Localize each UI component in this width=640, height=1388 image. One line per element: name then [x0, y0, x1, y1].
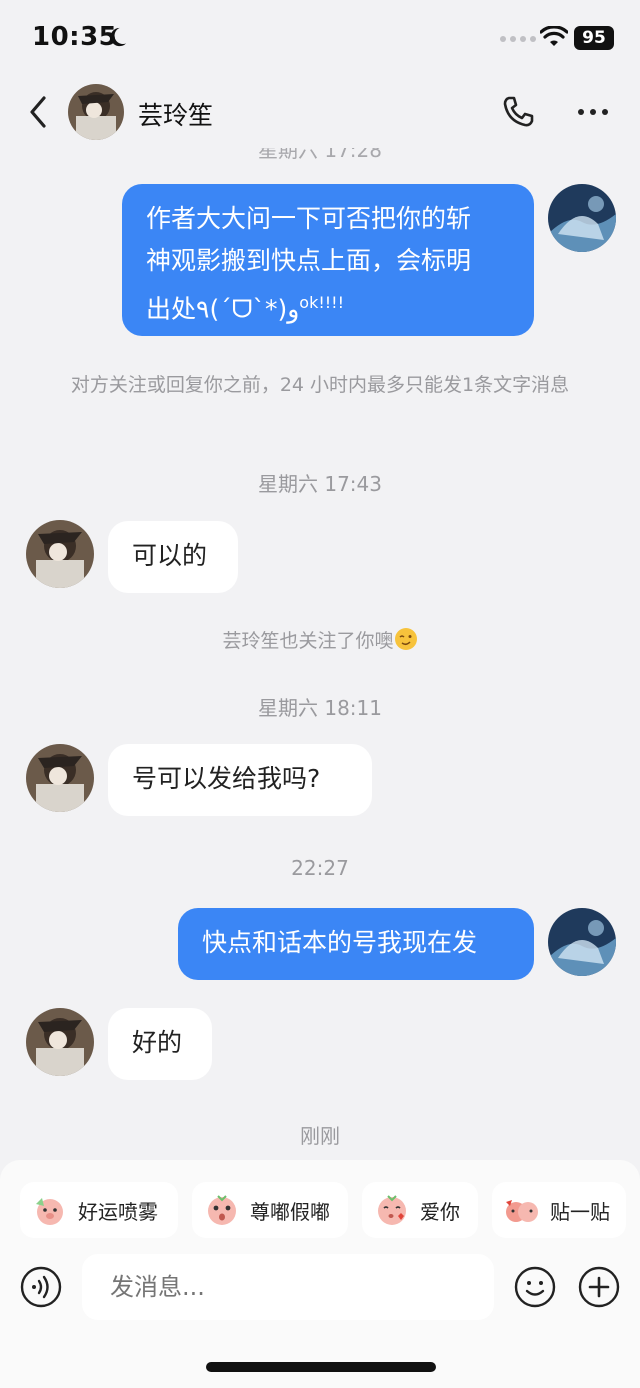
message-bubble-outgoing[interactable]: 快点和话本的号我现在发 — [178, 908, 534, 980]
message-bubble-outgoing[interactable]: 作者大大问一下可否把你的斩 神观影搬到快点上面，会标明 出处٩(ˊᗜˋ*)وok… — [122, 184, 534, 336]
status-time: 10:35 — [32, 22, 118, 52]
quick-reply-cuddle[interactable]: 贴一贴 — [492, 1182, 626, 1238]
quick-reply-label: 好运喷雾 — [78, 1199, 158, 1224]
quick-reply-really[interactable]: 尊嘟假嘟 — [192, 1182, 348, 1238]
message-line: 作者大大问一下可否把你的斩 — [146, 204, 472, 233]
contact-avatar[interactable] — [26, 520, 94, 588]
quick-reply-lucky-spray[interactable]: 好运喷雾 — [20, 1182, 178, 1238]
message-text: 出处٩(ˊᗜˋ*)و — [146, 294, 300, 324]
contact-avatar[interactable] — [26, 1008, 94, 1076]
message-line: 神观影搬到快点上面，会标明 — [146, 246, 472, 275]
my-avatar[interactable] — [548, 908, 616, 976]
pig-love-icon — [378, 1195, 406, 1225]
more-icon[interactable] — [576, 102, 610, 122]
plus-icon[interactable] — [578, 1266, 620, 1308]
contact-name: 芸玲笙 — [138, 101, 214, 130]
chat-messages[interactable]: 星期六 17:28 作者大大问一下可否把你的斩 神观影搬到快点上面，会标明 出处… — [0, 148, 640, 1160]
pig-surprised-icon — [208, 1195, 236, 1225]
message-line: 出处٩(ˊᗜˋ*)وok!!!! — [146, 282, 510, 330]
status-bar: 10:35 95 — [0, 0, 640, 78]
quick-reply-label: 爱你 — [420, 1199, 460, 1224]
message-bubble-incoming[interactable]: 号可以发给我吗? — [108, 744, 372, 816]
moon-icon — [110, 27, 127, 47]
composer: 好运喷雾 尊嘟假嘟 爱你 贴一贴 — [0, 1160, 640, 1388]
quick-reply-row: 好运喷雾 尊嘟假嘟 爱你 贴一贴 — [20, 1182, 640, 1238]
system-note-text: 芸玲笙也关注了你噢 — [222, 630, 394, 652]
wifi-icon — [540, 26, 568, 46]
my-avatar[interactable] — [548, 184, 616, 252]
system-note: 芸玲笙也关注了你噢 — [60, 624, 580, 658]
signal-icon — [500, 36, 536, 42]
quick-reply-label: 尊嘟假嘟 — [250, 1199, 330, 1224]
timestamp: 刚刚 — [300, 1124, 340, 1148]
system-note: 对方关注或回复你之前，24 小时内最多只能发1条文字消息 — [70, 374, 570, 396]
timestamp: 22:27 — [291, 856, 349, 880]
home-indicator — [206, 1362, 436, 1372]
timestamp: 星期六 17:43 — [258, 472, 382, 496]
quick-reply-love-you[interactable]: 爱你 — [362, 1182, 478, 1238]
message-bubble-incoming[interactable]: 可以的 — [108, 521, 238, 593]
emoji-icon[interactable] — [514, 1266, 556, 1308]
message-input[interactable] — [82, 1254, 494, 1320]
pig-lucky-icon — [36, 1198, 63, 1225]
quick-reply-label: 贴一贴 — [550, 1199, 610, 1224]
message-text-sup: ok!!!! — [299, 293, 345, 312]
battery-icon: 95 — [574, 26, 614, 50]
chat-header: 芸玲笙 — [0, 78, 640, 148]
message-bubble-incoming[interactable]: 好的 — [108, 1008, 212, 1080]
contact-avatar[interactable] — [68, 84, 124, 140]
voice-icon[interactable] — [20, 1266, 62, 1308]
contact-avatar[interactable] — [26, 744, 94, 812]
pig-cuddle-icon — [506, 1200, 538, 1222]
phone-icon[interactable] — [500, 94, 536, 130]
timestamp-partial: 星期六 17:28 — [258, 148, 382, 162]
wink-emoji-icon — [394, 628, 417, 650]
back-icon[interactable] — [24, 94, 52, 130]
timestamp: 星期六 18:11 — [258, 696, 382, 720]
